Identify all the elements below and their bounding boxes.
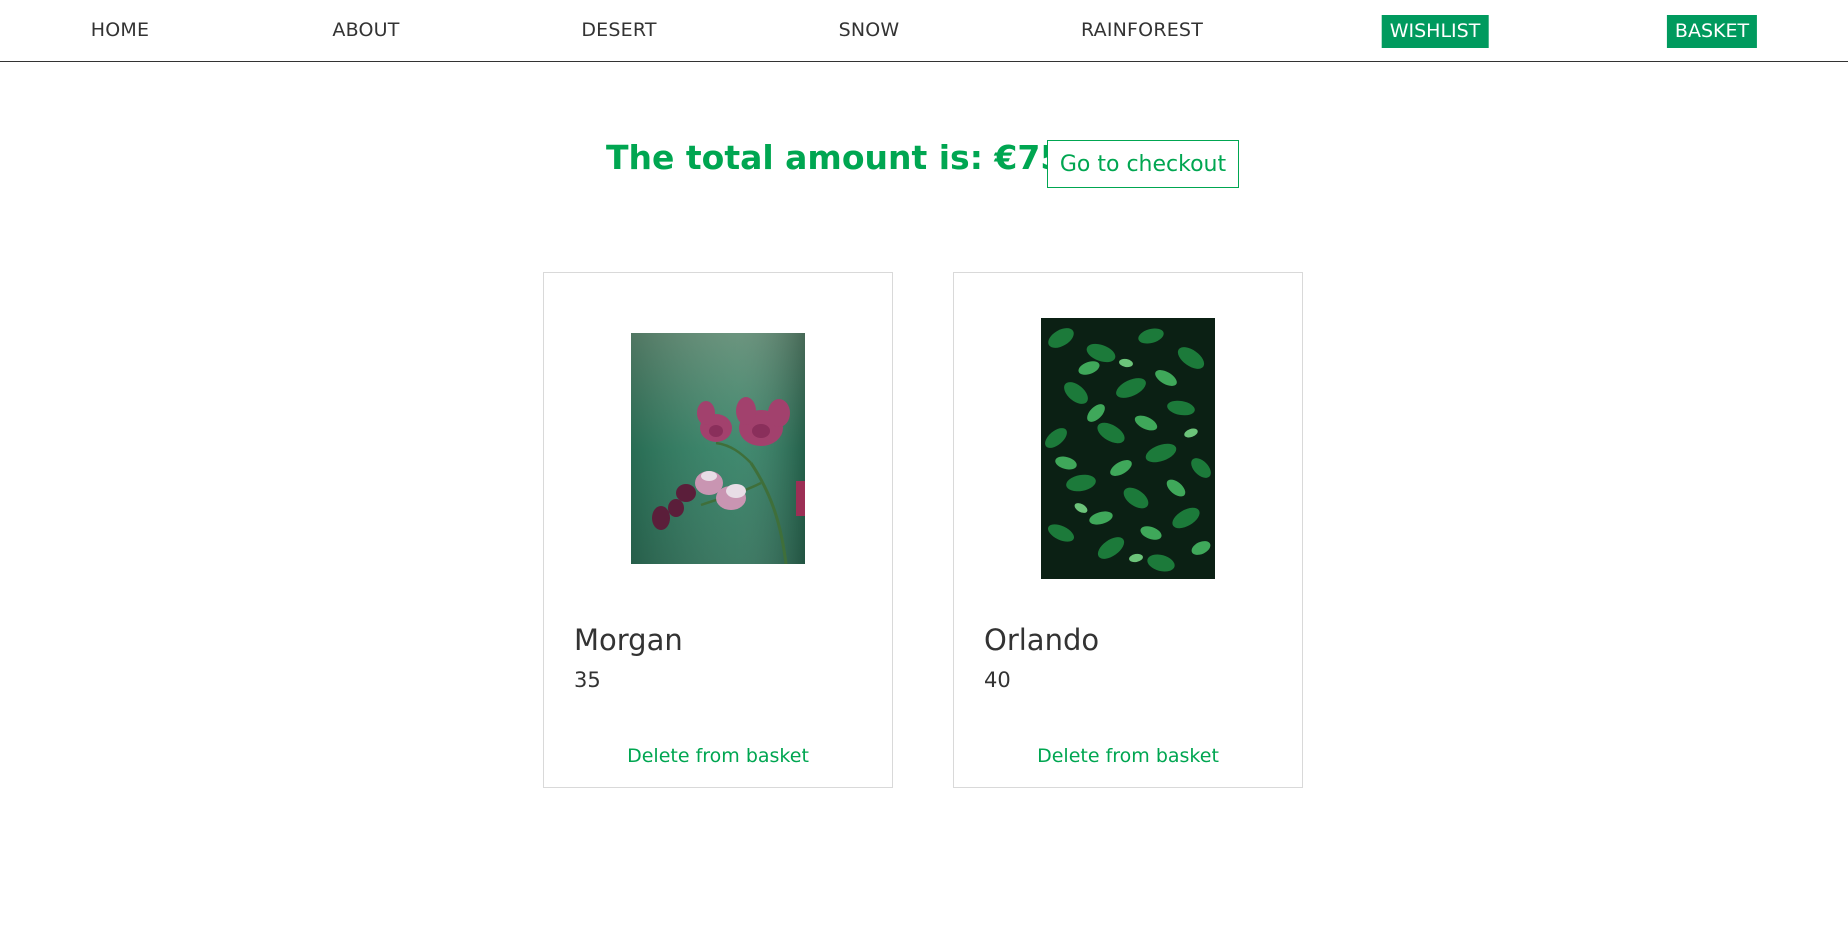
nav-rainforest[interactable]: RAINFOREST [1081, 19, 1203, 41]
nav-home[interactable]: HOME [91, 19, 149, 41]
orchid-image [631, 333, 805, 564]
nav-basket-button[interactable]: BASKET [1666, 15, 1758, 48]
item-price: 40 [984, 668, 1011, 692]
delete-from-basket-button[interactable]: Delete from basket [627, 745, 809, 767]
nav-snow[interactable]: SNOW [839, 19, 900, 41]
checkout-button[interactable]: Go to checkout [1047, 140, 1239, 188]
nav-about[interactable]: ABOUT [332, 19, 399, 41]
total-amount-heading: The total amount is: €75 [606, 138, 1064, 177]
item-name: Orlando [984, 623, 1100, 657]
nav-desert[interactable]: DESERT [581, 19, 656, 41]
item-price: 35 [574, 668, 601, 692]
delete-from-basket-button[interactable]: Delete from basket [1037, 745, 1219, 767]
basket-item-card: Orlando 40 Delete from basket [953, 272, 1303, 788]
ivy-leaves-image [1041, 318, 1215, 579]
top-navbar: HOME ABOUT DESERT SNOW RAINFOREST WISHLI… [0, 0, 1848, 62]
basket-item-card: Morgan 35 Delete from basket [543, 272, 893, 788]
item-name: Morgan [574, 623, 683, 657]
nav-wishlist-button[interactable]: WISHLIST [1381, 15, 1489, 48]
